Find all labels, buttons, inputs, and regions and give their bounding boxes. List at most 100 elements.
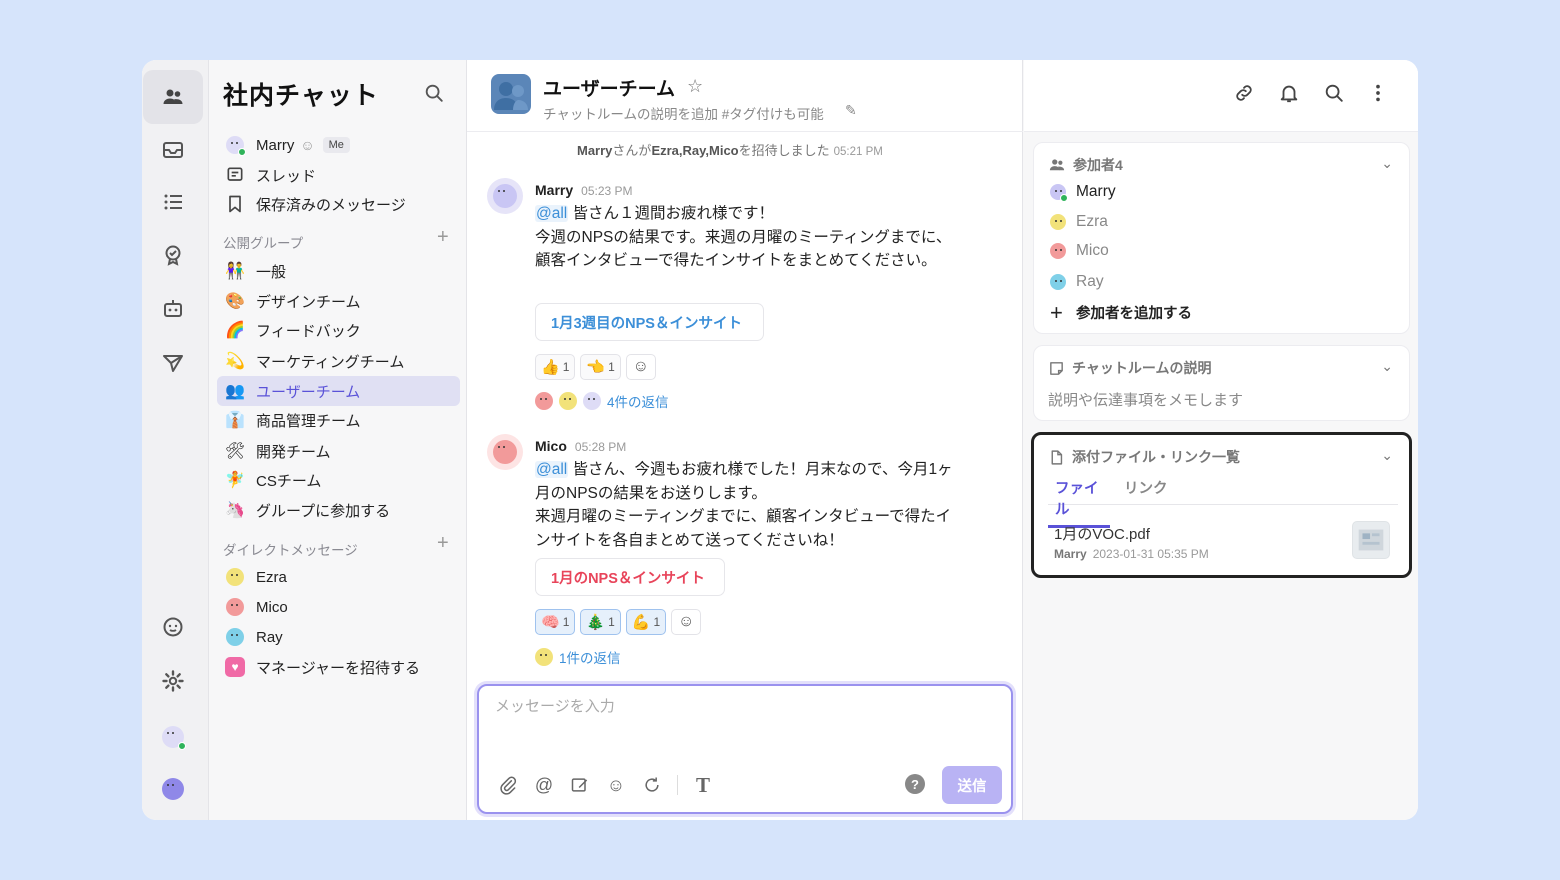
reaction-chip[interactable]: 🎄 1 (580, 609, 621, 635)
add-group-button[interactable]: + (437, 226, 449, 249)
mention-all[interactable]: @all (535, 205, 569, 222)
participants-header[interactable]: 参加者4 (1048, 155, 1123, 175)
list-icon[interactable] (143, 175, 203, 229)
file-name[interactable]: 1月のVOC.pdf (1054, 523, 1150, 544)
group-emoji-icon: 🛠 (224, 443, 246, 460)
people-icon (1049, 159, 1065, 171)
file-thumbnail[interactable] (1352, 521, 1390, 559)
group-emoji-icon: 🎨 (225, 293, 245, 310)
plus-icon: + (1050, 299, 1063, 325)
sidebar-item-group[interactable]: 👔 商品管理チーム (217, 405, 460, 435)
description-header[interactable]: チャットルームの説明 (1048, 358, 1211, 378)
text-format-icon[interactable]: T (692, 773, 714, 797)
chevron-down-icon[interactable]: ⌄ (1381, 155, 1393, 172)
loop-icon[interactable] (641, 774, 663, 796)
reaction-chip[interactable]: 🧠 1 (535, 609, 576, 635)
add-reaction-icon[interactable]: ☺ (671, 609, 702, 635)
description-placeholder[interactable]: 説明や伝達事項をメモします (1048, 389, 1243, 410)
badge-check-icon[interactable] (143, 228, 203, 282)
settings-gear-icon[interactable] (143, 654, 203, 708)
inbox-icon[interactable] (143, 123, 203, 177)
thread-icon (223, 163, 247, 187)
join-group-button[interactable]: 🦄 グループに参加する (217, 495, 460, 525)
file-icon (1051, 449, 1063, 465)
room-description[interactable]: チャットルームの説明を追加 #タグ付けも可能 (543, 103, 824, 123)
sidebar-item-group[interactable]: 🧚 CSチーム (217, 465, 460, 495)
status-emoji-icon[interactable]: ☺ (300, 137, 314, 153)
sidebar-item-saved[interactable]: 保存済みのメッセージ (217, 189, 460, 219)
tab-links[interactable]: リンク (1124, 477, 1168, 504)
more-vertical-icon[interactable] (1367, 82, 1389, 109)
my-avatar[interactable] (143, 710, 203, 764)
bot-icon[interactable] (143, 282, 203, 336)
chevron-down-icon[interactable]: ⌄ (1381, 358, 1393, 375)
dm-heading: ダイレクトメッセージ (223, 543, 358, 558)
link-icon[interactable] (1233, 82, 1255, 109)
search-icon[interactable] (1323, 82, 1345, 109)
sidebar-item-group[interactable]: 🛠 開発チーム (217, 436, 460, 466)
sidebar-item-label: 商品管理チーム (256, 412, 361, 430)
workspace-avatar[interactable] (143, 762, 203, 816)
participant-item[interactable]: Mico (1050, 242, 1109, 260)
sidebar-item-group[interactable]: 🎨 デザインチーム (217, 286, 460, 316)
replies-link[interactable]: 4件の返信 (535, 391, 669, 411)
sidebar-item-label: スレッド (256, 167, 317, 185)
invite-manager-button[interactable]: ♥ マネージャーを招待する (217, 652, 460, 682)
participant-item[interactable]: Ray (1050, 273, 1104, 291)
group-emoji-icon: 👫 (225, 263, 245, 280)
group-emoji-icon: 🦄 (225, 502, 245, 519)
emoji-icon[interactable]: ☺ (605, 774, 627, 796)
people-icon[interactable] (143, 70, 203, 124)
sidebar-item-label: CSチーム (256, 472, 322, 490)
files-header[interactable]: 添付ファイル・リンク一覧 (1048, 447, 1240, 467)
reactions-bar: 🧠 1 🎄 1 💪 1 ☺ (535, 609, 702, 635)
sidebar-item-group-active[interactable]: 👥 ユーザーチーム (217, 376, 460, 406)
help-icon[interactable]: ? (905, 774, 925, 794)
group-emoji-icon: 👥 (225, 383, 245, 400)
star-icon[interactable]: ☆ (687, 76, 703, 97)
reaction-chip[interactable]: 👈 1 (580, 354, 621, 380)
participant-item[interactable]: Ezra (1050, 213, 1108, 231)
attach-paperclip-icon[interactable] (497, 774, 519, 796)
public-groups-heading: 公開グループ (223, 236, 304, 251)
add-dm-button[interactable]: + (437, 532, 449, 555)
participants-card: 参加者4 ⌄ Marry Ezra Mico Ray + 参加者を追加する (1033, 142, 1410, 334)
edit-icon[interactable]: ✎ (845, 102, 857, 119)
mention-all[interactable]: @all (535, 461, 569, 478)
message-input[interactable] (495, 698, 975, 715)
note-icon (1050, 361, 1063, 375)
sidebar-item-label: Mico (256, 598, 288, 616)
search-icon[interactable] (423, 82, 445, 104)
add-participant-button[interactable]: + 参加者を追加する (1050, 299, 1192, 325)
sidebar-item-group[interactable]: 💫 マーケティングチーム (217, 346, 460, 376)
attachment-card[interactable]: 1月3週目のNPS＆インサイト (535, 303, 764, 341)
files-tabs: ファイル リンク (1048, 477, 1398, 528)
bell-icon[interactable] (1278, 82, 1300, 109)
support-chat-icon[interactable] (143, 600, 203, 654)
sidebar-item-threads[interactable]: スレッド (217, 160, 460, 190)
participant-item[interactable]: Marry (1050, 183, 1116, 202)
reaction-chip[interactable]: 💪 1 (625, 609, 667, 635)
avatar[interactable] (487, 178, 523, 214)
chevron-down-icon[interactable]: ⌄ (1381, 447, 1393, 464)
replies-link[interactable]: 1件の返信 (535, 647, 621, 667)
sidebar-item-label: Ray (256, 628, 283, 646)
attachment-card[interactable]: 1月のNPS＆インサイト (535, 558, 725, 596)
sidebar-item-group[interactable]: 🌈 フィードバック (217, 315, 460, 345)
sidebar-item-dm[interactable]: Ray (217, 622, 460, 652)
sidebar-item-me[interactable]: Marry ☺ Me (217, 130, 460, 160)
reaction-chip[interactable]: 👍 1 (535, 354, 576, 380)
note-edit-icon[interactable] (569, 774, 591, 796)
mention-at-icon[interactable]: @ (533, 774, 555, 796)
avatar[interactable] (487, 434, 523, 470)
sidebar-item-dm[interactable]: Ezra (217, 562, 460, 592)
sidebar-item-dm[interactable]: Mico (217, 592, 460, 622)
add-reaction-icon[interactable]: ☺ (625, 354, 656, 380)
send-button[interactable]: 送信 (942, 766, 1002, 804)
avatar (226, 598, 244, 616)
toolbar-divider (677, 775, 678, 795)
send-plane-icon[interactable] (143, 336, 203, 390)
sidebar-item-group[interactable]: 👫 一般 (217, 256, 460, 286)
tab-files[interactable]: ファイル (1048, 477, 1110, 528)
heart-icon: ♥ (225, 657, 245, 677)
